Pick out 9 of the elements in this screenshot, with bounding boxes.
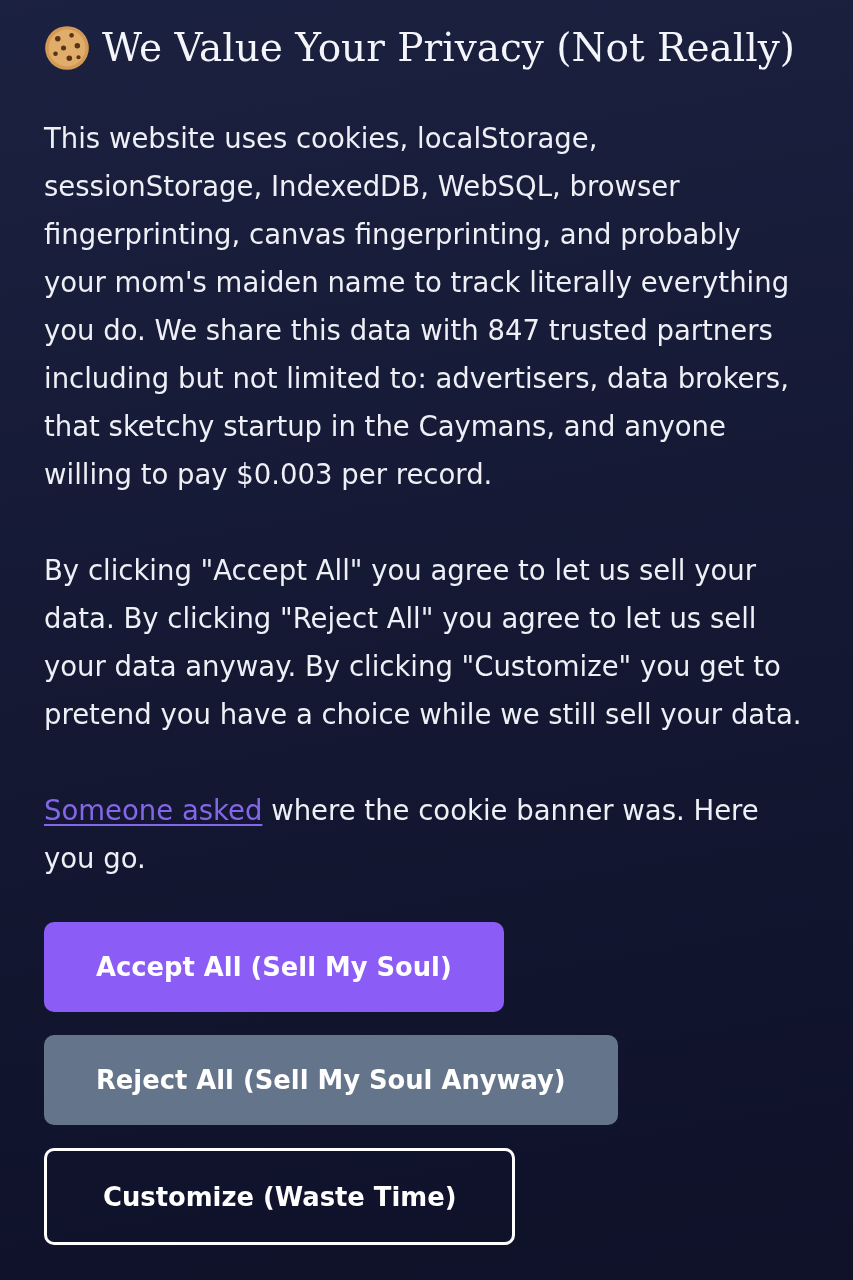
banner-paragraph: By clicking "Accept All" you agree to let us sell your data. By clicking "Reject All" you agree to let us sell your data anyway. By clicking "Customize" you get to pretend you have a choice while we still sell your data. bbox=[44, 553, 803, 732]
banner-paragraph: Someone asked where the cookie banner was. Here you go. bbox=[44, 793, 760, 876]
banner-title: We Value Your Privacy (Not Really) bbox=[102, 24, 795, 72]
banner-paragraph: This website uses cookies, localStorage, sessionStorage, IndexedDB, WebSQL, browser fingerprinting, canvas fingerprinting, and probably your mom's maiden name to track literally everything you do. We share this data with 847 trusted partners including but not limited to: advertisers, data brokers, that sketchy startup in the Caymans, and anyone willing to pay $0.003 per record. bbox=[44, 121, 791, 492]
cookie-icon bbox=[44, 25, 90, 71]
someone-asked-link[interactable]: Someone asked bbox=[44, 794, 263, 826]
consent-button[interactable]: Customize (Waste Time) bbox=[44, 1148, 516, 1245]
consent-button[interactable]: Reject All (Sell My Soul Anyway) bbox=[44, 1035, 618, 1125]
consent-button[interactable]: Accept All (Sell My Soul) bbox=[44, 922, 504, 1012]
